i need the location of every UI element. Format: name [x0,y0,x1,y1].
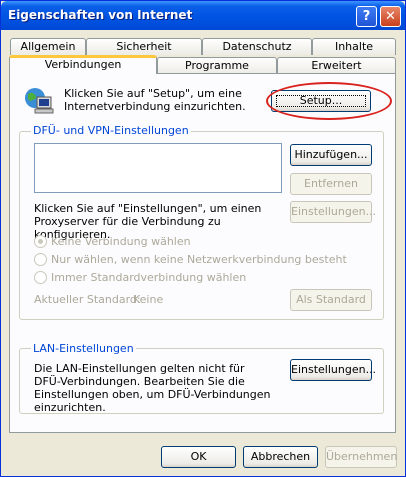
connections-listbox[interactable] [34,143,282,193]
radio-dial-when-no-network[interactable] [34,253,47,266]
tab-datenschutz[interactable]: Datenschutz [202,38,312,55]
tab-programme[interactable]: Programme [157,57,277,74]
apply-button[interactable]: Übernehmen [325,446,397,468]
set-default-button[interactable]: Als Standard [290,289,372,311]
current-default-label: Aktueller Standard: [34,293,141,306]
radio-never-dial[interactable] [34,235,47,248]
red-highlight-ellipse [266,82,392,120]
radio-dial-when-no-network-label: Nur wählen, wenn keine Netzwerkverbindun… [51,253,347,266]
lan-settings-button[interactable]: Einstellungen... [290,359,376,381]
current-default-value: Keine [133,293,164,306]
title-bar[interactable]: Eigenschaften von Internet ? ✕ [1,1,405,30]
network-computer-icon [22,87,56,115]
dialup-group-label: DFÜ- und VPN-Einstellungen [31,124,191,137]
tab-verbindungen[interactable]: Verbindungen [9,55,157,74]
lan-group-label: LAN-Einstellungen [31,342,136,355]
tab-inhalte[interactable]: Inhalte [312,38,396,55]
dialup-settings-button[interactable]: Einstellungen... [290,201,376,223]
radio-always-dial[interactable] [34,271,47,284]
tab-allgemein[interactable]: Allgemein [10,38,86,55]
add-button[interactable]: Hinzufügen... [290,144,372,166]
window-title: Eigenschaften von Internet [8,8,193,22]
tab-erweitert[interactable]: Erweitert [277,57,396,74]
lan-description: Die LAN-Einstellungen gelten nicht für D… [34,362,271,414]
radio-never-dial-label: Keine Verbindung wählen [51,235,191,248]
setup-description: Klicken Sie auf "Setup", um eine Interne… [64,87,246,113]
remove-button[interactable]: Entfernen [290,173,372,195]
tab-sicherheit[interactable]: Sicherheit [86,38,202,55]
internet-options-window: Eigenschaften von Internet ? ✕ Allgemein… [0,0,406,477]
close-button[interactable]: ✕ [380,6,401,27]
cancel-button[interactable]: Abbrechen [243,446,318,468]
radio-always-dial-label: Immer Standardverbindung wählen [51,271,247,284]
ok-button[interactable]: OK [161,446,236,468]
help-button[interactable]: ? [356,6,377,27]
